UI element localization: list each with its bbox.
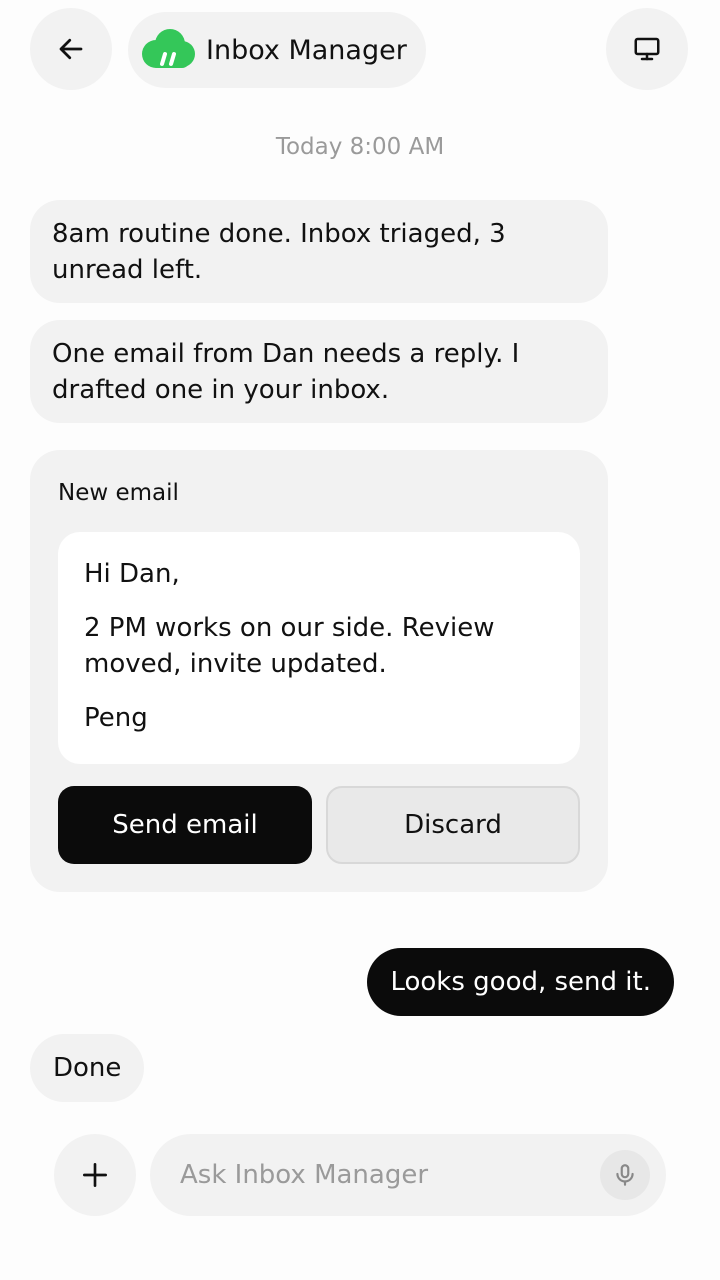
user-message: Looks good, send it. — [367, 948, 674, 1016]
app-logo-icon — [142, 29, 195, 68]
message-input[interactable] — [180, 1160, 570, 1190]
conversation-timestamp: Today 8:00 AM — [275, 134, 445, 160]
email-draft-body: Hi Dan, 2 PM works on our side. Review m… — [58, 532, 580, 764]
voice-input-button[interactable] — [600, 1150, 650, 1200]
back-button[interactable] — [30, 8, 112, 90]
email-greeting: Hi Dan, — [84, 559, 180, 589]
email-signature: Peng — [84, 703, 148, 733]
app-header-pill[interactable]: Inbox Manager — [128, 12, 426, 88]
monitor-icon — [634, 37, 660, 61]
email-card-title: New email — [58, 480, 179, 506]
assistant-message: Done — [30, 1034, 145, 1102]
app-title: Inbox Manager — [206, 34, 407, 66]
add-attachment-button[interactable] — [54, 1134, 136, 1216]
email-body-text: 2 PM works on our side. Review moved, in… — [84, 613, 495, 679]
discard-button[interactable]: Discard — [326, 786, 580, 864]
desktop-view-button[interactable] — [606, 8, 688, 90]
assistant-message: 8am routine done. Inbox triaged, 3 unrea… — [30, 200, 608, 303]
message-composer — [150, 1134, 666, 1216]
send-email-button[interactable]: Send email — [58, 786, 312, 864]
arrow-left-icon — [59, 38, 83, 60]
microphone-icon — [616, 1164, 634, 1186]
assistant-message: One email from Dan needs a reply. I draf… — [30, 320, 608, 423]
plus-icon — [83, 1163, 107, 1187]
email-draft-card: New email Hi Dan, 2 PM works on our side… — [30, 450, 608, 892]
